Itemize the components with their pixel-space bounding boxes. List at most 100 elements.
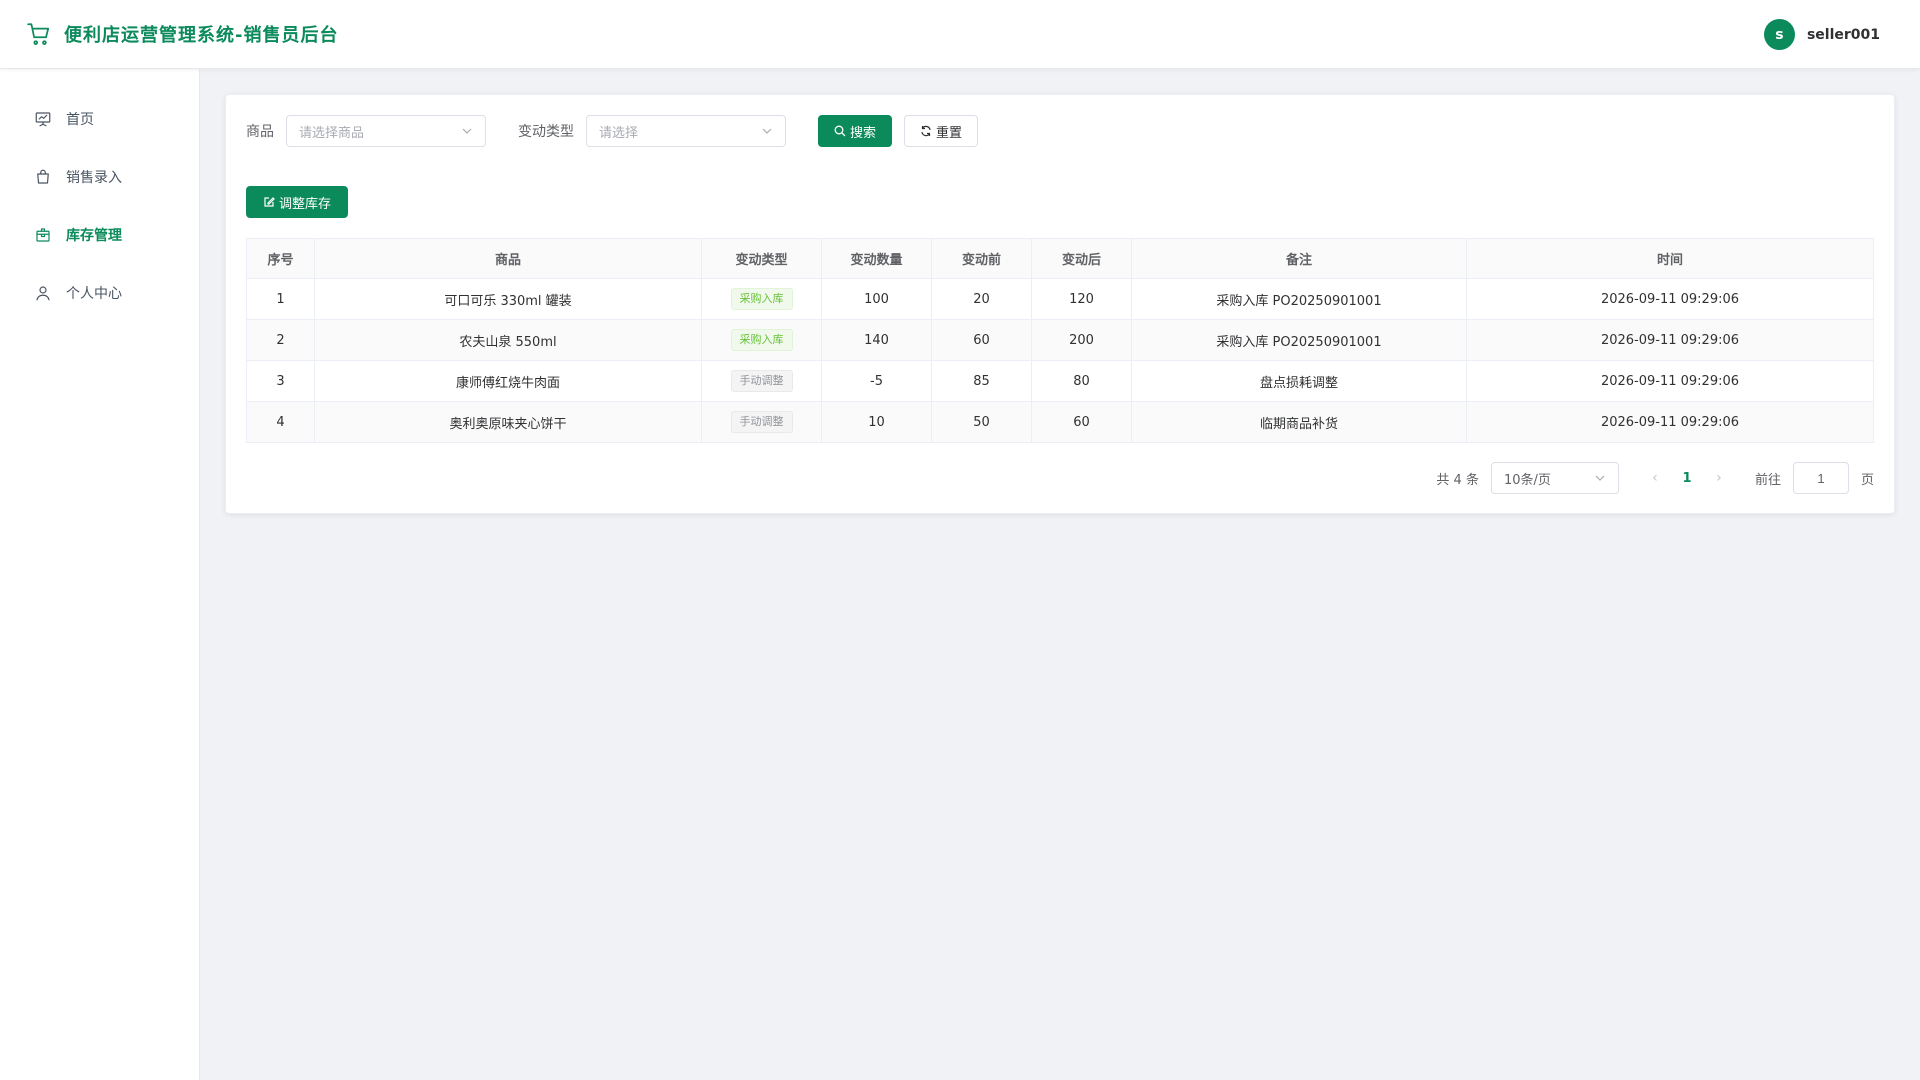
search-button-label: 搜索 xyxy=(849,125,876,141)
sidebar-item-sales-entry[interactable]: 销售录入 xyxy=(0,148,199,206)
cell-index: 4 xyxy=(246,401,315,443)
cell-note: 采购入库 PO20250901001 xyxy=(1131,278,1467,320)
cell-time: 2026-09-11 09:29:06 xyxy=(1466,360,1874,402)
cell-type: 采购入库 xyxy=(701,278,822,320)
reset-button-label: 重置 xyxy=(935,125,962,141)
edit-icon xyxy=(264,197,275,207)
cell-product: 奥利奥原味夹心饼干 xyxy=(314,401,702,443)
product-select-placeholder: 请选择商品 xyxy=(299,125,365,141)
cell-before: 60 xyxy=(931,319,1032,361)
user-icon xyxy=(36,286,50,301)
cell-after: 200 xyxy=(1031,319,1132,361)
chevron-down-icon xyxy=(462,128,472,134)
cell-type: 手动调整 xyxy=(701,360,822,402)
page-size-select[interactable]: 10条/页 xyxy=(1490,462,1619,494)
type-select-placeholder: 请选择 xyxy=(599,125,639,141)
cell-qty: 140 xyxy=(821,319,932,361)
cell-time: 2026-09-11 09:29:06 xyxy=(1466,278,1874,320)
cell-before: 85 xyxy=(931,360,1032,402)
username[interactable]: seller001 xyxy=(1807,27,1880,43)
user-menu[interactable]: s seller001 xyxy=(1763,19,1880,50)
cell-product: 农夫山泉 550ml xyxy=(314,319,702,361)
sidebar-item-label: 销售录入 xyxy=(66,170,122,186)
cell-type: 手动调整 xyxy=(701,401,822,443)
type-tag-inbound: 采购入库 xyxy=(730,288,793,310)
sidebar-item-label: 库存管理 xyxy=(66,228,122,244)
product-filter-label: 商品 xyxy=(246,124,274,140)
sidebar-item-inventory[interactable]: 库存管理 xyxy=(0,206,199,264)
cell-time: 2026-09-11 09:29:06 xyxy=(1466,401,1874,443)
type-tag-manual: 手动调整 xyxy=(730,411,793,433)
sidebar-item-home[interactable]: 首页 xyxy=(0,90,199,148)
type-filter-label: 变动类型 xyxy=(518,124,574,140)
brand: 便利店运营管理系统-销售员后台 xyxy=(26,21,338,47)
shopping-bag-icon xyxy=(37,169,49,184)
search-icon xyxy=(834,125,846,137)
inventory-card: 商品 请选择商品 变动类型 请选择 搜索 重置 调整库存 序号 商品 变动类型 xyxy=(225,94,1895,514)
refresh-icon xyxy=(921,125,931,137)
top-header: 便利店运营管理系统-销售员后台 s seller001 xyxy=(0,0,1920,69)
prev-page-button[interactable]: ‹ xyxy=(1645,470,1665,486)
cell-after: 60 xyxy=(1031,401,1132,443)
column-header: 变动类型 xyxy=(701,238,822,279)
inventory-log-table: 序号 商品 变动类型 变动数量 变动前 变动后 备注 时间 1 可口可乐 330… xyxy=(246,238,1874,443)
cell-before: 20 xyxy=(931,278,1032,320)
column-header: 变动后 xyxy=(1031,238,1132,279)
table-row[interactable]: 1 可口可乐 330ml 罐装 采购入库 100 20 120 采购入库 PO2… xyxy=(246,278,1874,320)
sidebar-item-label: 首页 xyxy=(66,112,94,128)
page-number-current[interactable]: 1 xyxy=(1677,471,1697,486)
product-select[interactable]: 请选择商品 xyxy=(286,115,486,147)
type-tag-inbound: 采购入库 xyxy=(730,329,793,351)
column-header: 备注 xyxy=(1131,238,1467,279)
chevron-down-icon xyxy=(1595,475,1605,481)
goto-page-input[interactable] xyxy=(1792,462,1849,494)
chevron-down-icon xyxy=(762,128,772,134)
column-header: 序号 xyxy=(246,238,315,279)
type-select[interactable]: 请选择 xyxy=(586,115,786,147)
total-count: 共 4 条 xyxy=(1436,472,1479,488)
cell-after: 120 xyxy=(1031,278,1132,320)
filter-bar: 商品 请选择商品 变动类型 请选择 搜索 重置 xyxy=(246,115,978,147)
table-header-row: 序号 商品 变动类型 变动数量 变动前 变动后 备注 时间 xyxy=(246,238,1874,279)
table-row[interactable]: 3 康师傅红烧牛肉面 手动调整 -5 85 80 盘点损耗调整 2026-09-… xyxy=(246,360,1874,402)
cell-product: 康师傅红烧牛肉面 xyxy=(314,360,702,402)
column-header: 变动数量 xyxy=(821,238,932,279)
adjust-inventory-button[interactable]: 调整库存 xyxy=(246,186,348,218)
sidebar-item-label: 个人中心 xyxy=(66,286,122,302)
goto-label: 前往 xyxy=(1754,472,1781,488)
cell-before: 50 xyxy=(931,401,1032,443)
shopping-cart-icon xyxy=(27,23,50,45)
cell-product: 可口可乐 330ml 罐装 xyxy=(314,278,702,320)
search-button[interactable]: 搜索 xyxy=(818,115,892,147)
adjust-inventory-label: 调整库存 xyxy=(278,196,331,212)
pagination: 共 4 条 10条/页 ‹ 1 › 前往 页 xyxy=(1436,462,1874,494)
page-suffix: 页 xyxy=(1860,472,1874,488)
avatar[interactable]: s xyxy=(1763,19,1795,50)
cell-time: 2026-09-11 09:29:06 xyxy=(1466,319,1874,361)
cell-index: 2 xyxy=(246,319,315,361)
cell-after: 80 xyxy=(1031,360,1132,402)
next-page-button[interactable]: › xyxy=(1709,470,1729,486)
cell-qty: -5 xyxy=(821,360,932,402)
sidebar-item-profile[interactable]: 个人中心 xyxy=(0,264,199,322)
cell-note: 采购入库 PO20250901001 xyxy=(1131,319,1467,361)
cell-type: 采购入库 xyxy=(701,319,822,361)
type-tag-manual: 手动调整 xyxy=(730,370,793,392)
table-row[interactable]: 2 农夫山泉 550ml 采购入库 140 60 200 采购入库 PO2025… xyxy=(246,319,1874,361)
sidebar: 首页 销售录入 库存管理 个人中心 xyxy=(0,69,200,1080)
cell-qty: 10 xyxy=(821,401,932,443)
page-size-value: 10条/页 xyxy=(1503,472,1551,488)
app-title: 便利店运营管理系统-销售员后台 xyxy=(64,25,339,46)
column-header: 商品 xyxy=(314,238,702,279)
column-header: 时间 xyxy=(1466,238,1874,279)
cell-qty: 100 xyxy=(821,278,932,320)
table-row[interactable]: 4 奥利奥原味夹心饼干 手动调整 10 50 60 临期商品补货 2026-09… xyxy=(246,401,1874,443)
box-icon xyxy=(36,228,50,242)
cell-note: 盘点损耗调整 xyxy=(1131,360,1467,402)
cell-note: 临期商品补货 xyxy=(1131,401,1467,443)
presentation-icon xyxy=(35,112,51,127)
column-header: 变动前 xyxy=(931,238,1032,279)
cell-index: 3 xyxy=(246,360,315,402)
cell-index: 1 xyxy=(246,278,315,320)
reset-button[interactable]: 重置 xyxy=(904,115,978,147)
